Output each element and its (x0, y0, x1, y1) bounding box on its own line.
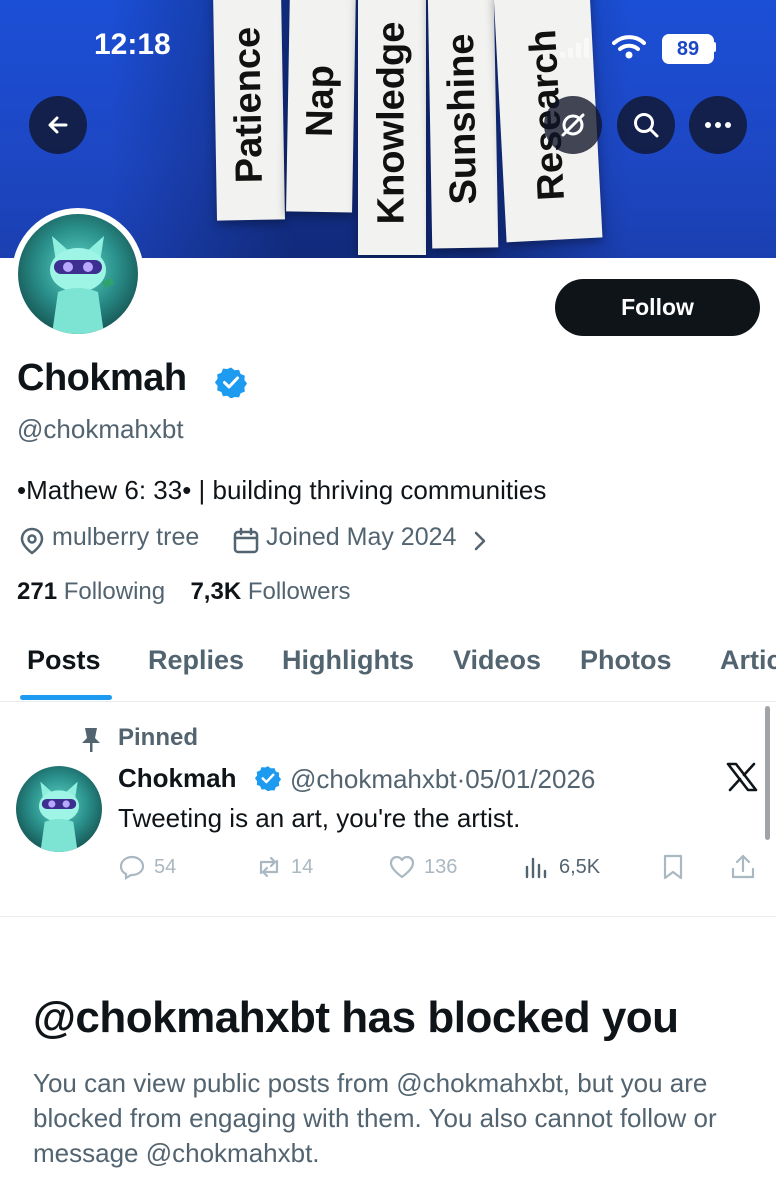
view-count: 6,5K (559, 855, 601, 878)
tabs-divider (0, 701, 776, 702)
verified-badge-icon (255, 766, 281, 791)
like-count: 136 (424, 855, 458, 878)
heart-icon (389, 855, 415, 879)
following-count: 271 (17, 578, 58, 605)
battery-nub (712, 42, 716, 52)
search-icon (634, 113, 659, 138)
like-button[interactable]: 136 (388, 853, 457, 881)
active-tab-indicator (20, 695, 112, 700)
following-link[interactable]: 271 Following (17, 578, 165, 605)
avatar[interactable] (18, 214, 138, 334)
banner-paper-strip: Nap (286, 0, 356, 213)
follow-counts: 271 Following 7,3K Followers (17, 578, 351, 606)
more-horizontal-icon (705, 122, 731, 128)
scrollbar[interactable] (765, 706, 770, 840)
location-pin-icon (20, 527, 44, 555)
post-avatar[interactable] (16, 766, 102, 852)
wifi-icon (612, 35, 646, 59)
cellular-icon (560, 38, 589, 58)
post-author-name[interactable]: Chokmah (118, 763, 236, 794)
status-time: 12:18 (94, 28, 171, 61)
profile-bio: •Mathew 6: 33• | building thriving commu… (17, 475, 547, 505)
chevron-right-icon[interactable] (472, 529, 488, 553)
grok-icon (561, 113, 585, 137)
tab-highlights[interactable]: Highlights (282, 645, 414, 676)
search-button[interactable] (617, 96, 675, 154)
profile-name: Chokmah (17, 357, 187, 399)
banner-paper-strip: Patience (212, 0, 286, 221)
back-button[interactable] (29, 96, 87, 154)
bookmark-icon (663, 854, 683, 880)
repost-button[interactable]: 14 (255, 853, 313, 881)
tab-photos[interactable]: Photos (580, 645, 672, 676)
followers-count: 7,3K (190, 578, 242, 605)
cat-goggles-avatar-icon (50, 236, 114, 334)
bookmark-button[interactable] (660, 853, 686, 881)
repost-icon (259, 856, 279, 878)
views-chart-icon (525, 857, 547, 879)
tab-videos[interactable]: Videos (453, 645, 541, 676)
post-text: Tweeting is an art, you're the artist. (118, 803, 521, 833)
banner-word: Nap (298, 64, 343, 138)
cat-goggles-avatar-icon (38, 781, 80, 852)
tab-replies[interactable]: Replies (148, 645, 244, 676)
post-author-handle: @chokmahxbt (290, 764, 457, 794)
reply-count: 54 (154, 855, 177, 878)
banner-word: Knowledge (370, 21, 413, 224)
reply-button[interactable]: 54 (118, 853, 176, 881)
post-date[interactable]: 05/01/2026 (465, 764, 595, 794)
banner-paper-strip: Knowledge (358, 0, 426, 255)
banner-word: Patience (226, 26, 271, 184)
profile-handle: @chokmahxbt (17, 414, 184, 444)
tab-articles[interactable]: Artic (720, 645, 776, 676)
followers-label: Followers (247, 578, 351, 605)
verified-badge-icon[interactable] (215, 366, 247, 398)
share-button[interactable] (729, 853, 757, 881)
grok-button[interactable] (544, 96, 602, 154)
tab-posts[interactable]: Posts (27, 645, 101, 676)
more-options-button[interactable] (689, 96, 747, 154)
repost-count: 14 (291, 855, 314, 878)
calendar-icon (233, 527, 259, 554)
post-divider (0, 916, 776, 917)
views-button[interactable]: 6,5K (523, 853, 600, 881)
blocked-notice-title: @chokmahxbt has blocked you (33, 993, 679, 1042)
following-label: Following (63, 578, 166, 605)
arrow-left-icon (48, 116, 68, 134)
pin-icon (82, 728, 100, 752)
banner-word: Sunshine (440, 33, 485, 205)
pinned-label: Pinned (118, 724, 199, 751)
reply-icon (119, 855, 145, 880)
banner-paper-strip: Sunshine (427, 0, 499, 249)
battery-indicator: 89 (662, 34, 714, 64)
blocked-notice-description: You can view public posts from @chokmahx… (33, 1068, 717, 1168)
post-meta: @chokmahxbt·05/01/2026 (290, 764, 595, 795)
profile-location: mulberry tree (52, 523, 200, 551)
follow-button[interactable]: Follow (555, 279, 760, 336)
x-logo-icon (726, 762, 758, 792)
share-icon (731, 854, 755, 879)
followers-link[interactable]: 7,3K Followers (190, 578, 350, 605)
meta-separator: · (456, 764, 466, 794)
profile-joined-date: Joined May 2024 (266, 523, 457, 551)
